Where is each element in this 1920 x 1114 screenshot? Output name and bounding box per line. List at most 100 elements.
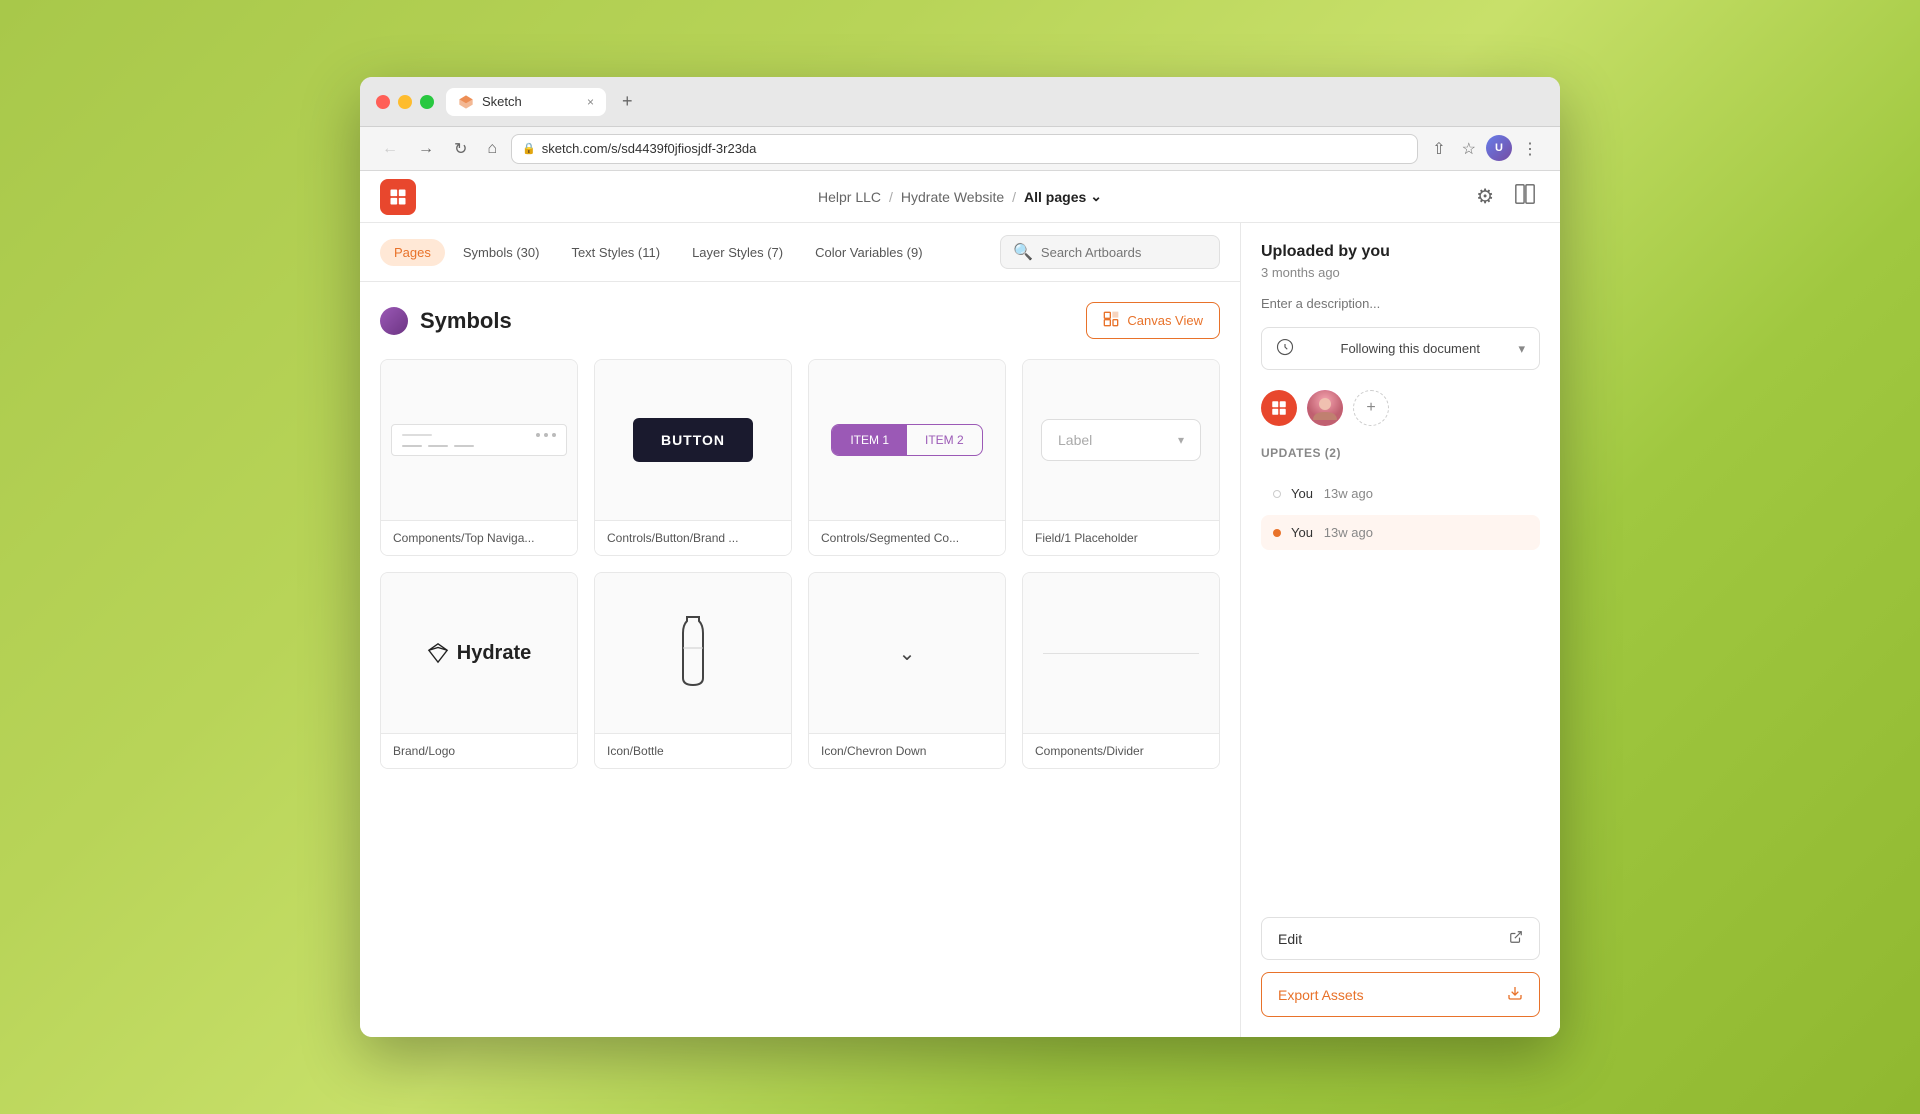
traffic-lights (376, 95, 434, 109)
sketch-tab-icon (458, 94, 474, 110)
content-area: Symbols Canvas View (360, 282, 1240, 1037)
external-link-icon (1509, 930, 1523, 947)
search-icon: 🔍 (1013, 242, 1033, 262)
tab-area: Sketch × + (446, 87, 1544, 116)
chevron-down-icon: ⌄ (899, 641, 916, 666)
edit-button[interactable]: Edit (1261, 917, 1540, 960)
breadcrumb-sep2: / (1012, 189, 1016, 205)
browser-window: Sketch × + ← → ↻ ⌂ 🔒 sketch.com/s/sd4439… (360, 77, 1560, 1037)
symbol-card-field[interactable]: Label ▾ Field/1 Placeholder (1022, 359, 1220, 556)
collab-avatar-you[interactable] (1261, 390, 1297, 426)
uploaded-by-label: Uploaded by you (1261, 243, 1540, 261)
symbol-name-top-nav: Components/Top Naviga... (381, 520, 577, 555)
symbol-preview-divider (1023, 573, 1219, 733)
symbol-name-segmented: Controls/Segmented Co... (809, 520, 1005, 555)
seg-item-1: ITEM 1 (832, 425, 907, 455)
tab-layer-styles[interactable]: Layer Styles (7) (678, 239, 797, 266)
logo-text: Hydrate (457, 642, 531, 665)
menu-button[interactable]: ⋮ (1516, 135, 1544, 163)
tab-title: Sketch (482, 94, 522, 109)
follow-chevron-icon: ▾ (1518, 341, 1525, 357)
minimize-traffic-light[interactable] (398, 95, 412, 109)
divider-preview-element (1043, 653, 1200, 654)
url-text: sketch.com/s/sd4439f0jfiosjdf-3r23da (542, 141, 757, 156)
address-bar[interactable]: 🔒 sketch.com/s/sd4439f0jfiosjdf-3r23da (511, 134, 1418, 164)
breadcrumb-chevron: ⌄ (1090, 188, 1102, 205)
settings-button[interactable]: ⚙ (1472, 180, 1498, 213)
add-collaborator-button[interactable]: + (1353, 390, 1389, 426)
symbol-card-button[interactable]: BUTTON Controls/Button/Brand ... (594, 359, 792, 556)
symbol-card-divider[interactable]: Components/Divider (1022, 572, 1220, 769)
symbol-card-logo[interactable]: Hydrate Brand/Logo (380, 572, 578, 769)
canvas-view-button[interactable]: Canvas View (1086, 302, 1220, 339)
symbol-card-bottle[interactable]: Icon/Bottle (594, 572, 792, 769)
symbol-preview-segmented: ITEM 1 ITEM 2 (809, 360, 1005, 520)
new-tab-button[interactable]: + (614, 87, 641, 116)
breadcrumb-current[interactable]: All pages ⌄ (1024, 188, 1102, 205)
app-logo (380, 179, 416, 215)
export-assets-button[interactable]: Export Assets (1261, 972, 1540, 1017)
symbol-preview-bottle (595, 573, 791, 733)
diamond-icon (427, 642, 449, 664)
update-author-2: You 13w ago (1291, 525, 1373, 540)
app-header: Helpr LLC / Hydrate Website / All pages … (360, 171, 1560, 223)
tab-close-button[interactable]: × (587, 95, 594, 109)
bottle-icon (673, 613, 713, 693)
tab-pages[interactable]: Pages (380, 239, 445, 266)
section-header: Symbols Canvas View (380, 302, 1220, 339)
follow-label: Following this document (1341, 341, 1480, 356)
collaborators: + (1261, 390, 1540, 426)
tab-text-styles[interactable]: Text Styles (11) (557, 239, 674, 266)
layout-toggle-button[interactable] (1510, 179, 1540, 215)
tab-symbols[interactable]: Symbols (30) (449, 239, 554, 266)
follow-icon (1276, 338, 1294, 359)
update-author-1: You 13w ago (1291, 486, 1373, 501)
seg-item-2: ITEM 2 (907, 425, 982, 455)
breadcrumb-sep1: / (889, 189, 893, 205)
tabs-bar: Pages Symbols (30) Text Styles (11) Laye… (360, 223, 1240, 282)
search-input[interactable] (1041, 245, 1207, 260)
home-button[interactable]: ⌂ (481, 136, 503, 162)
update-item-1: You 13w ago (1261, 476, 1540, 511)
close-traffic-light[interactable] (376, 95, 390, 109)
back-button[interactable]: ← (376, 136, 404, 162)
title-bar: Sketch × + (360, 77, 1560, 127)
symbol-name-bottle: Icon/Bottle (595, 733, 791, 768)
breadcrumb-company[interactable]: Helpr LLC (818, 189, 881, 205)
symbol-preview-field: Label ▾ (1023, 360, 1219, 520)
upload-time: 3 months ago (1261, 265, 1540, 280)
tab-color-variables[interactable]: Color Variables (9) (801, 239, 936, 266)
symbol-card-segmented[interactable]: ITEM 1 ITEM 2 Controls/Segmented Co... (808, 359, 1006, 556)
collab-avatar-user2[interactable] (1307, 390, 1343, 426)
share-button[interactable]: ⇧ (1426, 135, 1451, 163)
header-actions: ⚙ (1472, 179, 1540, 215)
symbol-card-top-nav[interactable]: Components/Top Naviga... (380, 359, 578, 556)
reload-button[interactable]: ↻ (448, 135, 473, 163)
breadcrumb-project[interactable]: Hydrate Website (901, 189, 1004, 205)
right-panel: Uploaded by you 3 months ago Following t… (1240, 223, 1560, 1037)
update-dot-1 (1273, 490, 1281, 498)
symbol-name-logo: Brand/Logo (381, 733, 577, 768)
user-avatar-nav[interactable]: U (1486, 135, 1512, 161)
description-input[interactable] (1261, 296, 1540, 311)
search-box[interactable]: 🔍 (1000, 235, 1220, 269)
update-dot-2 (1273, 529, 1281, 537)
updates-section: UPDATES (2) You 13w ago You 13w ago (1261, 446, 1540, 554)
field-chevron-icon: ▾ (1178, 433, 1184, 447)
symbol-card-chevron[interactable]: ⌄ Icon/Chevron Down (808, 572, 1006, 769)
download-icon (1507, 985, 1523, 1004)
browser-tab[interactable]: Sketch × (446, 88, 606, 116)
button-preview-element: BUTTON (633, 418, 753, 462)
bookmark-button[interactable]: ☆ (1456, 135, 1482, 163)
update-item-2: You 13w ago (1261, 515, 1540, 550)
btn-actions-area: Edit Export Assets (1261, 917, 1540, 1017)
field-label: Label (1058, 432, 1092, 448)
follow-dropdown[interactable]: Following this document ▾ (1261, 327, 1540, 370)
forward-button[interactable]: → (412, 136, 440, 162)
section-title: Symbols (380, 307, 512, 335)
section-icon (380, 307, 408, 335)
symbol-name-field: Field/1 Placeholder (1023, 520, 1219, 555)
nav-bar: ← → ↻ ⌂ 🔒 sketch.com/s/sd4439f0jfiosjdf-… (360, 127, 1560, 171)
updates-label: UPDATES (2) (1261, 446, 1540, 460)
fullscreen-traffic-light[interactable] (420, 95, 434, 109)
